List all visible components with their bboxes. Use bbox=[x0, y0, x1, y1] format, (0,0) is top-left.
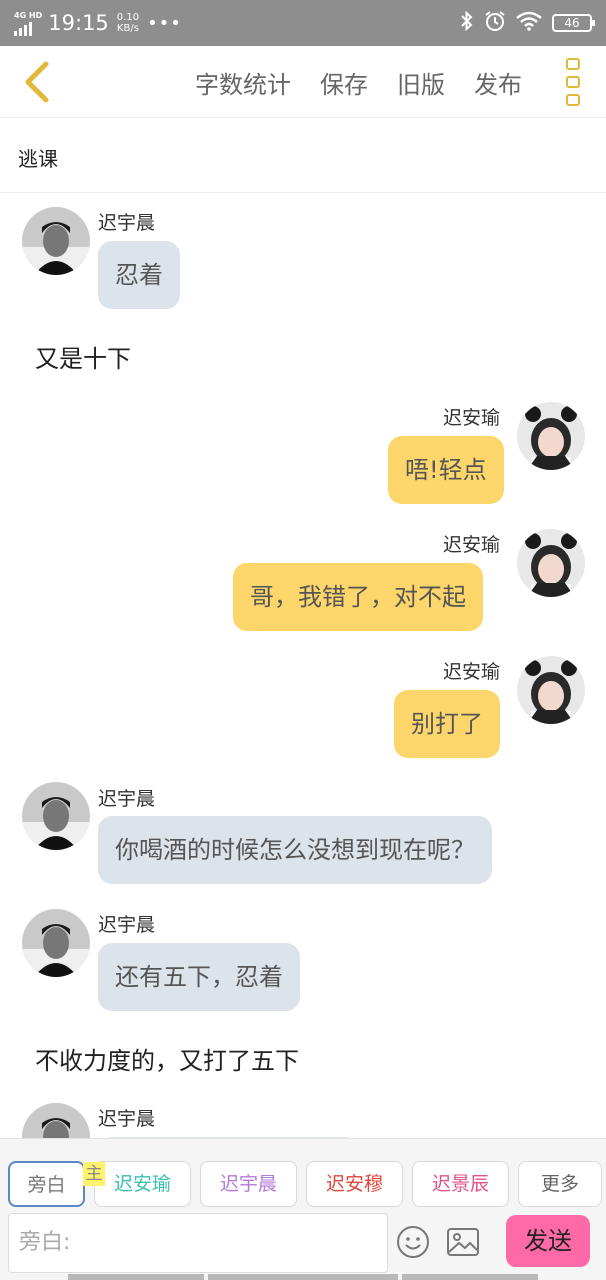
send-button[interactable]: 发送 bbox=[506, 1215, 590, 1267]
more-notifications-icon: ••• bbox=[147, 12, 182, 34]
message-bubble[interactable]: 别打了 bbox=[394, 690, 500, 758]
message-bubble[interactable]: 你喝酒的时候怎么没想到现在呢？ bbox=[98, 816, 492, 884]
more-dot-icon bbox=[566, 76, 580, 88]
speed-value: 0.10 bbox=[116, 12, 140, 23]
input-row: 旁白: 发送 bbox=[8, 1213, 598, 1273]
sender-name: 迟安瑜 bbox=[443, 407, 501, 429]
avatar-female[interactable] bbox=[517, 529, 585, 597]
word-count-button[interactable]: 字数统计 bbox=[195, 65, 291, 100]
narration-text[interactable]: 不收力度的，又打了五下 bbox=[35, 1041, 299, 1076]
role-label: 迟安瑜 bbox=[113, 1173, 171, 1195]
nav-indicator bbox=[68, 1274, 204, 1280]
network-speed: 0.10 KB/s bbox=[117, 12, 139, 34]
message-bubble[interactable]: 忍着 bbox=[98, 241, 180, 309]
sender-name: 迟宇晨 bbox=[98, 1108, 156, 1130]
more-dot-icon bbox=[566, 94, 580, 106]
role-chi-yuchen[interactable]: 迟宇晨 bbox=[200, 1161, 297, 1207]
bluetooth-icon bbox=[460, 10, 474, 36]
sender-name: 迟宇晨 bbox=[98, 788, 156, 810]
avatar-male[interactable] bbox=[22, 909, 90, 977]
emoji-icon bbox=[397, 1226, 429, 1258]
role-label: 迟景辰 bbox=[431, 1173, 489, 1195]
message-bubble[interactable]: 唔!轻点 bbox=[388, 436, 504, 504]
battery-level: 46 bbox=[564, 16, 580, 30]
back-button[interactable] bbox=[12, 56, 62, 108]
message-input[interactable]: 旁白: bbox=[8, 1213, 388, 1273]
image-icon bbox=[447, 1228, 479, 1256]
story-title[interactable]: 逃课 bbox=[0, 119, 606, 193]
role-label: 更多 bbox=[540, 1173, 579, 1195]
status-bar: 4G HD 19:15 0.10 KB/s ••• 46 bbox=[0, 0, 606, 46]
nav-indicator bbox=[208, 1274, 398, 1280]
composer-panel: 旁白 迟安瑜 迟宇晨 迟安穆 迟景辰 更多 主 旁白: 发送 bbox=[0, 1138, 606, 1280]
avatar-male[interactable] bbox=[22, 1103, 90, 1138]
message-bubble[interactable]: 哥，我错了，对不起 bbox=[233, 563, 483, 631]
role-chi-jingchen[interactable]: 迟景辰 bbox=[412, 1161, 509, 1207]
narration-text[interactable]: 又是十下 bbox=[35, 339, 131, 374]
chevron-left-icon bbox=[25, 61, 49, 103]
more-dot-icon bbox=[566, 58, 580, 70]
top-bar: 字数统计 保存 旧版 发布 bbox=[0, 46, 606, 118]
signal-icon bbox=[14, 21, 32, 36]
message-bubble[interactable]: 还有五下，忍着 bbox=[98, 943, 300, 1011]
avatar-female[interactable] bbox=[517, 656, 585, 724]
role-label: 迟宇晨 bbox=[219, 1173, 277, 1195]
role-chi-anmu[interactable]: 迟安穆 bbox=[306, 1161, 403, 1207]
wifi-icon bbox=[516, 11, 542, 36]
sender-name: 迟安瑜 bbox=[443, 661, 501, 683]
sender-name: 迟安瑜 bbox=[443, 534, 501, 556]
old-version-button[interactable]: 旧版 bbox=[397, 65, 445, 100]
sender-name: 迟宇晨 bbox=[98, 212, 156, 234]
chat-area[interactable]: 迟宇晨 忍着 又是十下 迟安瑜 唔!轻点 迟安瑜 哥，我错了，对不起 迟安瑜 别… bbox=[0, 194, 606, 1138]
more-roles-button[interactable]: 更多 bbox=[518, 1161, 602, 1207]
network-label: 4G HD bbox=[14, 10, 43, 20]
alarm-icon bbox=[484, 10, 506, 37]
role-label: 旁白 bbox=[27, 1174, 66, 1196]
avatar-male[interactable] bbox=[22, 782, 90, 850]
more-menu-button[interactable] bbox=[558, 58, 588, 106]
avatar-male[interactable] bbox=[22, 207, 90, 275]
role-label: 迟安穆 bbox=[325, 1173, 383, 1195]
host-badge: 主 bbox=[83, 1162, 105, 1186]
nav-indicator bbox=[402, 1274, 538, 1280]
image-button[interactable] bbox=[446, 1227, 480, 1257]
avatar-female[interactable] bbox=[517, 402, 585, 470]
battery-icon: 46 bbox=[552, 14, 595, 32]
emoji-button[interactable] bbox=[396, 1225, 430, 1259]
clock: 19:15 bbox=[48, 11, 109, 35]
speed-unit: KB/s bbox=[116, 23, 139, 34]
role-narrator[interactable]: 旁白 bbox=[8, 1161, 85, 1207]
save-button[interactable]: 保存 bbox=[320, 65, 368, 100]
role-chi-anyu[interactable]: 迟安瑜 bbox=[94, 1161, 191, 1207]
publish-button[interactable]: 发布 bbox=[474, 65, 522, 100]
sender-name: 迟宇晨 bbox=[98, 914, 156, 936]
network-indicator: 4G HD bbox=[14, 11, 42, 36]
